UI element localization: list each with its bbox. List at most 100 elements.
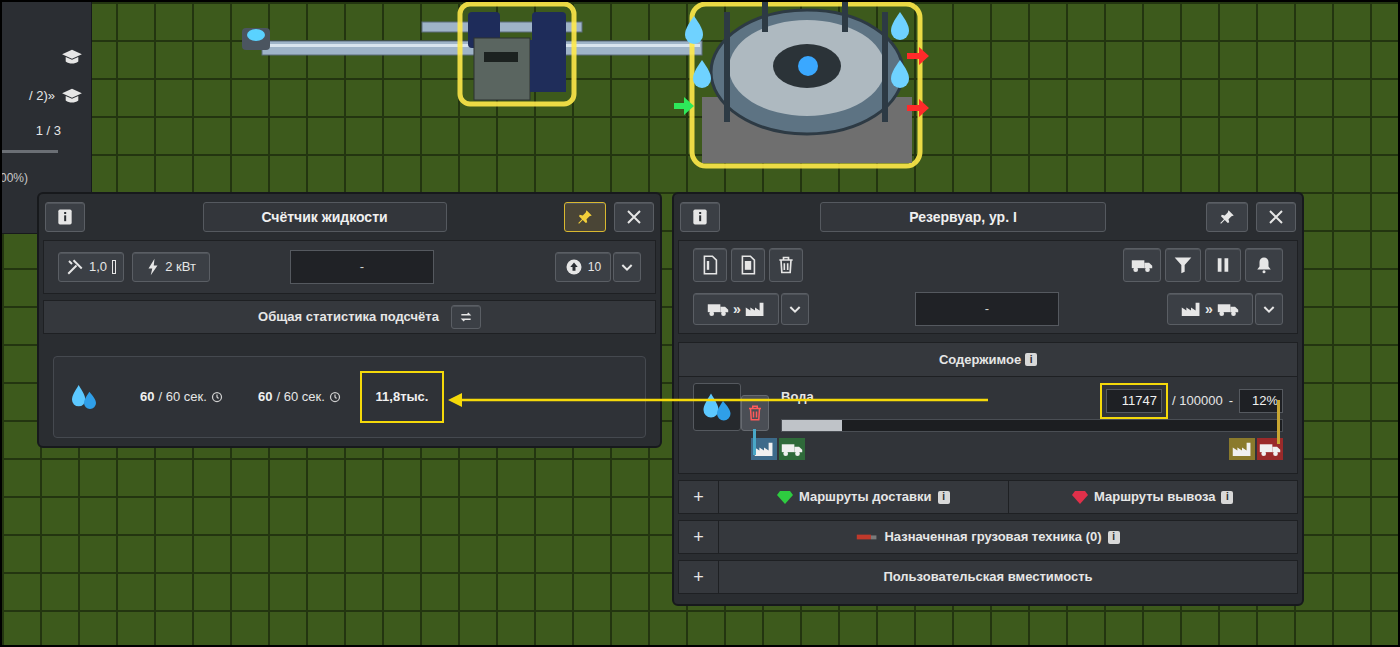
window-title-tab: Резервуар, ур. I — [820, 202, 1106, 232]
fluid-counter-window: Счётчик жидкости 1,0 2 кВт - 10 Общая статист… — [37, 192, 662, 448]
export-dropdown[interactable] — [1255, 293, 1283, 325]
amount-field[interactable]: 11747 — [1106, 389, 1162, 413]
name-value: - — [360, 257, 364, 277]
tank-building-icon — [674, 2, 929, 166]
export-threshold-marker[interactable] — [1229, 438, 1255, 460]
info-button[interactable] — [680, 202, 720, 232]
auto-logistics-button[interactable] — [1123, 248, 1161, 282]
stats-header: Общая статистика подсчёта — [43, 300, 656, 334]
section-title: Назначенная грузовая техника (0) — [884, 527, 1101, 547]
total-value: 11,8тыс. — [376, 387, 429, 407]
side-panel-item[interactable]: / 2)» — [2, 76, 91, 116]
info-badge[interactable]: i — [1221, 491, 1233, 504]
factory-icon — [745, 301, 765, 317]
truck-icon — [1131, 257, 1153, 273]
trash-icon — [776, 255, 796, 275]
pin-button[interactable] — [564, 202, 606, 232]
truck-icon — [707, 301, 729, 317]
output-period: / 60 сек. — [276, 387, 324, 407]
close-button[interactable] — [1256, 202, 1296, 232]
remove-product-button[interactable] — [741, 395, 769, 431]
name-field[interactable]: - — [915, 292, 1059, 326]
water-drops-icon — [699, 389, 735, 425]
pin-button[interactable] — [1206, 202, 1248, 232]
amount-value: 11747 — [1122, 391, 1157, 411]
priority-value: 10 — [588, 258, 601, 276]
separator: - — [1229, 391, 1233, 411]
clock-icon — [329, 391, 341, 403]
annotation-arrow-icon — [2, 2, 1400, 647]
product-slot[interactable] — [693, 383, 741, 431]
file-right-icon — [740, 255, 756, 275]
name-field[interactable]: - — [290, 250, 434, 284]
expand-glyph: + — [693, 524, 704, 551]
window-title: Резервуар, ур. I — [909, 207, 1017, 228]
pin-icon — [1218, 208, 1236, 226]
input-value: 60 — [140, 387, 154, 407]
window-title: Счётчик жидкости — [261, 207, 387, 228]
info-button[interactable] — [45, 202, 85, 232]
priority-button[interactable]: 10 — [555, 252, 611, 282]
export-mode-button[interactable]: » — [1167, 293, 1253, 325]
factory-icon — [1181, 301, 1201, 317]
bolt-icon — [146, 258, 160, 276]
priority-dropdown[interactable] — [613, 252, 641, 282]
power-badge: 2 кВт — [132, 252, 210, 282]
priority-up-icon — [565, 258, 583, 276]
expand-button[interactable]: + — [679, 481, 719, 513]
clear-button[interactable] — [769, 248, 803, 282]
contents-section: СодержимоеiВода11747/ 100000-12% — [678, 342, 1298, 474]
stats-panel: 60/ 60 сек.60/ 60 сек.11,8тыс. — [53, 356, 646, 438]
reset-button[interactable] — [451, 305, 481, 329]
route-gem-icon — [777, 490, 793, 504]
name-value: - — [985, 299, 989, 319]
paste-button[interactable] — [731, 248, 765, 282]
clock-icon — [211, 391, 223, 403]
collapsible-section[interactable]: + Пользовательская вместимость — [678, 560, 1298, 594]
product-name: Вода — [781, 387, 1094, 407]
truck-icon — [1217, 301, 1239, 317]
info-badge[interactable]: i — [1108, 531, 1120, 544]
toolbar: » - » — [678, 240, 1298, 334]
fill-track — [781, 419, 1283, 432]
contents-title: Содержимое — [939, 350, 1021, 370]
close-icon — [625, 208, 643, 226]
expand-button[interactable]: + — [679, 521, 719, 553]
expand-glyph: + — [693, 484, 704, 511]
info-badge[interactable]: i — [1025, 353, 1037, 366]
research-item: / 2)» — [29, 86, 55, 106]
close-icon — [1267, 208, 1285, 226]
copy-button[interactable] — [693, 248, 727, 282]
file-left-icon — [702, 255, 718, 275]
import-truck-marker[interactable] — [779, 438, 805, 460]
chevron-down-icon — [619, 259, 635, 275]
direction-arrow: » — [1205, 299, 1213, 320]
window-header: Резервуар, ур. I — [674, 194, 1302, 240]
amount-box: 11747 — [1100, 383, 1168, 419]
maintenance-value: 1,0 — [89, 257, 107, 277]
tools-icon — [66, 258, 84, 276]
alert-button[interactable] — [1245, 248, 1283, 282]
chevron-down-icon — [1261, 301, 1277, 317]
section-title: Пользовательская вместимость — [883, 567, 1092, 587]
trash-icon — [746, 404, 764, 422]
window-title-tab: Счётчик жидкости — [203, 202, 447, 232]
graduation-cap-icon — [61, 48, 83, 66]
filter-button[interactable] — [1165, 248, 1201, 282]
direction-arrow: » — [733, 299, 741, 320]
collapsible-section[interactable]: +Маршруты доставкиiМаршруты вывозаi — [678, 480, 1298, 514]
output-rate: 60/ 60 сек. — [258, 387, 360, 407]
close-button[interactable] — [614, 202, 654, 232]
output-value: 60 — [258, 387, 272, 407]
import-dropdown[interactable] — [781, 293, 809, 325]
pause-icon — [1214, 256, 1232, 274]
import-mode-button[interactable]: » — [693, 293, 779, 325]
fluid-counter-building-icon — [460, 4, 574, 104]
graduation-cap-icon — [61, 87, 83, 105]
collapsible-section[interactable]: + Назначенная грузовая техника (0) i — [678, 520, 1298, 554]
vehicle-icon — [856, 532, 878, 542]
info-badge[interactable]: i — [938, 491, 950, 504]
expand-button[interactable]: + — [679, 561, 719, 593]
fill-level — [782, 420, 842, 431]
pause-button[interactable] — [1205, 248, 1241, 282]
